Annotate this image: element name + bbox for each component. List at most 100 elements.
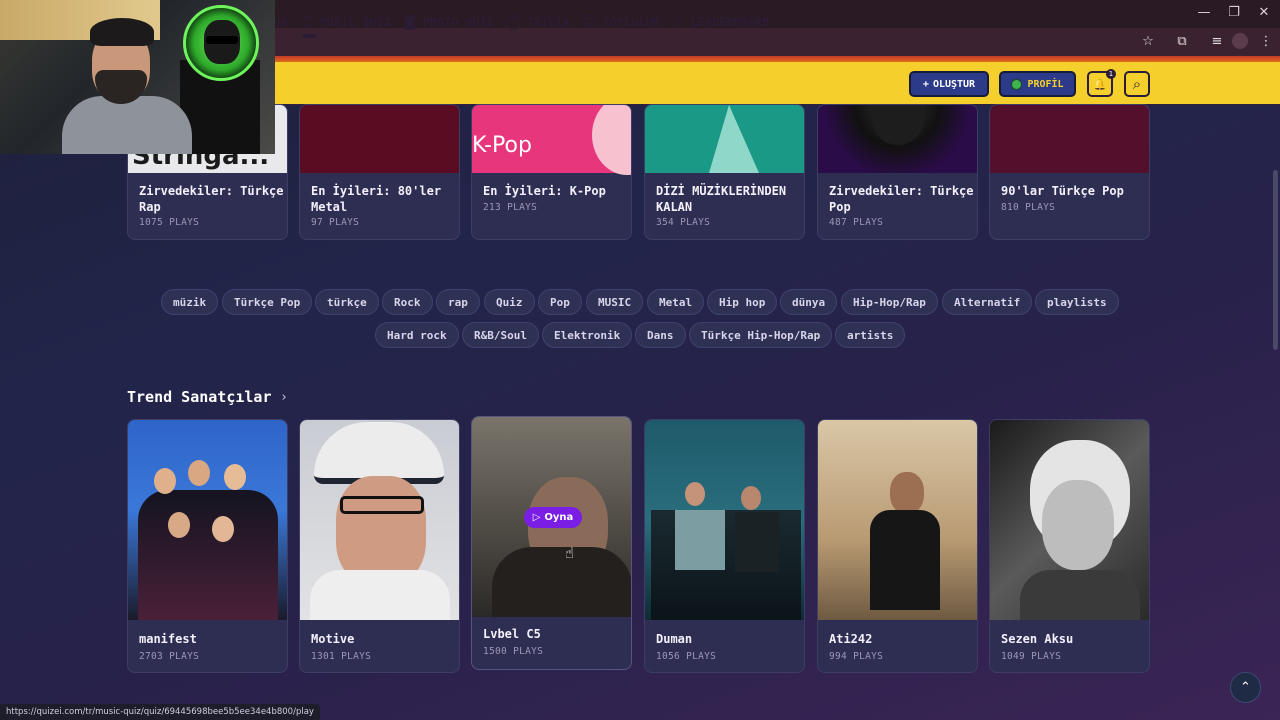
playlist-card[interactable]: Zirvedekiler: Türkçe Pop 487 PLAYS: [817, 104, 978, 240]
cover-text: K-Pop: [472, 133, 532, 158]
trophy-icon: ♕: [672, 14, 685, 30]
tag-chip[interactable]: müzik: [161, 289, 219, 315]
tag-chip[interactable]: Hip hop: [707, 289, 778, 315]
nav-label: VA: [274, 15, 289, 29]
status-url: https://quizei.com/tr/music-quiz/quiz/69…: [0, 704, 320, 720]
media-control-icon[interactable]: ≡: [1208, 33, 1226, 51]
playlist-cover: [300, 105, 459, 173]
profile-avatar-icon: [1011, 78, 1023, 90]
streamer-avatar-logo: [183, 5, 259, 81]
playlist-title: 90'lar Türkçe Pop: [1001, 184, 1124, 198]
tag-chip[interactable]: Türkçe Hip-Hop/Rap: [689, 322, 833, 348]
playlist-card[interactable]: DİZİ MÜZİKLERİNDEN KALAN 354 PLAYS: [644, 104, 805, 240]
create-label: OLUŞTUR: [932, 78, 976, 90]
tag-chip[interactable]: dünya: [780, 289, 838, 315]
artist-card[interactable]: Sezen Aksu 1049 PLAYS: [989, 419, 1150, 673]
playlist-cover: [645, 105, 804, 173]
profile-avatar[interactable]: [1232, 33, 1248, 49]
browser-menu-icon[interactable]: ⋮: [1257, 33, 1275, 51]
artist-plays: 1049 PLAYS: [1001, 651, 1062, 662]
tag-chip[interactable]: Quiz: [484, 289, 535, 315]
artist-photo: [128, 420, 287, 620]
playlist-plays: 487 PLAYS: [829, 217, 884, 228]
search-icon: ⌕: [1132, 75, 1142, 93]
tag-chip[interactable]: Alternatif: [942, 289, 1033, 315]
nav-item-topluluk[interactable]: ☺ TOPLULUK: [582, 13, 660, 31]
playlist-title: DİZİ MÜZİKLERİNDEN KALAN: [656, 184, 787, 214]
tag-chip[interactable]: türkçe: [315, 289, 379, 315]
tag-chip[interactable]: Elektronik: [542, 322, 633, 348]
tag-chip[interactable]: Hip-Hop/Rap: [841, 289, 938, 315]
playlist-plays: 213 PLAYS: [483, 202, 538, 213]
tag-chip[interactable]: R&B/Soul: [462, 322, 539, 348]
nav-item-photo-quiz[interactable]: ◙ PHOTO QUIZ: [403, 13, 494, 31]
playlist-title: En İyileri: 80'ler Metal: [311, 184, 442, 214]
playlist-cover: [818, 105, 977, 173]
tag-chip[interactable]: Metal: [647, 289, 705, 315]
artist-card[interactable]: Ati242 994 PLAYS: [817, 419, 978, 673]
artist-card[interactable]: Duman 1056 PLAYS: [644, 419, 805, 673]
artist-photo: [300, 420, 459, 620]
playlist-cover: K-Pop: [472, 105, 631, 175]
nav-item-partial[interactable]: VA: [274, 13, 288, 31]
playlist-plays: 810 PLAYS: [1001, 202, 1056, 213]
restore-icon[interactable]: ❐: [1223, 4, 1245, 22]
play-label: Oyna: [544, 512, 574, 523]
close-icon[interactable]: ✕: [1253, 4, 1275, 22]
music-note-icon: ♫: [301, 14, 314, 30]
artist-photo: [990, 420, 1149, 620]
page-scrollbar[interactable]: [1273, 170, 1278, 350]
artist-photo: [818, 420, 977, 620]
playlist-title: Zirvedekiler: Türkçe Rap: [139, 184, 284, 214]
playlist-card[interactable]: K-Pop En İyileri: K-Pop 213 PLAYS: [471, 104, 632, 240]
nav-item-trivia[interactable]: ? TRIVIA: [506, 13, 570, 31]
chevron-right-icon: ›: [281, 389, 287, 405]
playlist-title: Zirvedekiler: Türkçe Pop: [829, 184, 974, 214]
create-button[interactable]: + OLUŞTUR: [909, 71, 989, 97]
extensions-icon[interactable]: ⧉: [1173, 33, 1191, 51]
tag-chip[interactable]: artists: [835, 322, 906, 348]
plus-icon: +: [922, 78, 929, 90]
tag-chip[interactable]: Türkçe Pop: [222, 289, 313, 315]
trend-artists-heading[interactable]: Trend Sanatçılar ›: [127, 388, 287, 406]
webcam-overlay: [0, 0, 275, 154]
minimize-icon[interactable]: —: [1193, 4, 1215, 22]
play-icon: ▷: [532, 512, 541, 523]
artist-plays: 1500 PLAYS: [483, 646, 544, 657]
nav-item-leaderboard[interactable]: ♕ LEADERBOARD: [672, 13, 769, 31]
tag-chip[interactable]: playlists: [1035, 289, 1119, 315]
play-button[interactable]: ▷ Oyna: [524, 507, 582, 528]
nav-item-music-quiz[interactable]: ♫ MUSIC QUIZ: [301, 13, 391, 31]
tag-chip[interactable]: Pop: [538, 289, 582, 315]
artist-plays: 994 PLAYS: [829, 651, 884, 662]
artist-name: Duman: [656, 632, 693, 646]
artist-plays: 1301 PLAYS: [311, 651, 372, 662]
users-icon: ☺: [582, 14, 597, 30]
tag-chip[interactable]: Rock: [382, 289, 433, 315]
nav-label: MUSIC QUIZ: [319, 15, 392, 29]
bookmark-star-icon[interactable]: ☆: [1139, 33, 1157, 51]
tag-chip[interactable]: rap: [436, 289, 480, 315]
playlist-card[interactable]: En İyileri: 80'ler Metal 97 PLAYS: [299, 104, 460, 240]
artist-card[interactable]: manifest 2703 PLAYS: [127, 419, 288, 673]
bell-icon: 🔔: [1093, 77, 1107, 91]
search-button[interactable]: ⌕: [1124, 71, 1150, 97]
playlist-title: En İyileri: K-Pop: [483, 184, 606, 198]
nav-label: LEADERBOARD: [690, 15, 770, 29]
scroll-to-top-button[interactable]: ⌃: [1230, 672, 1261, 703]
nav-label: PHOTO QUIZ: [422, 15, 495, 29]
artist-card-hovered[interactable]: Lvbel C5 1500 PLAYS: [471, 416, 632, 670]
artist-card[interactable]: Motive 1301 PLAYS: [299, 419, 460, 673]
artist-name: Lvbel C5: [483, 627, 541, 641]
tag-chip[interactable]: MUSIC: [586, 289, 644, 315]
camera-icon: ◙: [403, 14, 417, 30]
artist-plays: 1056 PLAYS: [656, 651, 717, 662]
artist-name: Sezen Aksu: [1001, 632, 1074, 646]
artist-name: manifest: [139, 632, 197, 646]
chevron-up-icon: ⌃: [1240, 680, 1251, 695]
playlist-card[interactable]: 90'lar Türkçe Pop 810 PLAYS: [989, 104, 1150, 240]
artist-name: Ati242: [829, 632, 873, 646]
profile-button[interactable]: PROFİL: [999, 71, 1076, 97]
tag-chip[interactable]: Dans: [635, 322, 686, 348]
tag-chip[interactable]: Hard rock: [375, 322, 459, 348]
